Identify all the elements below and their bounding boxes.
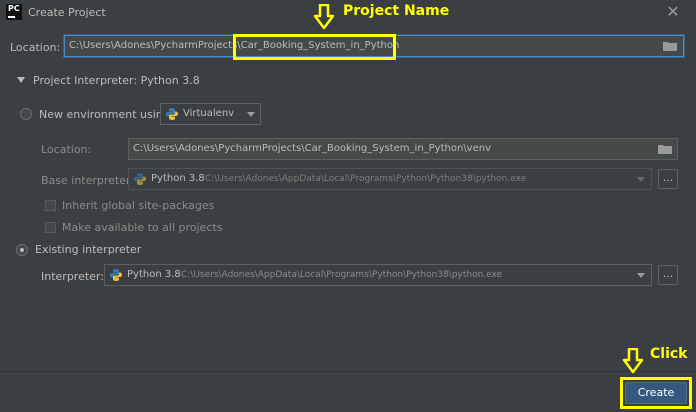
- create-button[interactable]: Create: [625, 382, 687, 404]
- expand-chevron-icon[interactable]: [17, 77, 25, 83]
- python-icon: [166, 108, 178, 120]
- interpreter-select[interactable]: Python 3.8 C:\Users\Adones\AppData\Local…: [104, 264, 652, 286]
- base-interpreter-browse-button[interactable]: ...: [658, 169, 678, 189]
- base-interpreter-path: C:\Users\Adones\AppData\Local\Programs\P…: [205, 174, 527, 184]
- folder-icon[interactable]: [663, 41, 677, 51]
- existing-interpreter-label[interactable]: Existing interpreter: [35, 243, 141, 256]
- inherit-packages-checkbox[interactable]: [45, 200, 56, 211]
- interpreter-browse-button[interactable]: ...: [658, 265, 678, 285]
- existing-interpreter-radio[interactable]: [16, 244, 28, 256]
- chevron-down-icon: [637, 177, 645, 182]
- location-prefix-text: C:\Users\Adones\PycharmProjects\: [69, 40, 241, 51]
- interpreter-path: C:\Users\Adones\AppData\Local\Programs\P…: [181, 270, 503, 280]
- inherit-packages-label[interactable]: Inherit global site-packages: [62, 199, 214, 212]
- app-icon-label: PC: [8, 4, 20, 13]
- python-icon: [110, 269, 122, 281]
- interpreter-version: Python 3.8: [127, 269, 181, 280]
- base-interpreter-label: Base interpreter:: [41, 174, 135, 187]
- make-available-label[interactable]: Make available to all projects: [62, 221, 222, 234]
- chevron-down-icon: [637, 273, 645, 278]
- venv-location-input[interactable]: C:\Users\Adones\PycharmProjects\Car_Book…: [128, 138, 678, 160]
- environment-tool-value: Virtualenv: [183, 108, 235, 119]
- arrow-down-icon: [313, 4, 335, 30]
- folder-icon[interactable]: [658, 144, 672, 154]
- interpreter-label: Interpreter:: [41, 270, 104, 283]
- venv-location-label: Location:: [41, 143, 92, 156]
- base-interpreter-select[interactable]: Python 3.8 C:\Users\Adones\AppData\Local…: [128, 168, 652, 190]
- environment-tool-select[interactable]: Virtualenv: [160, 103, 261, 125]
- location-label: Location:: [10, 41, 61, 54]
- chevron-down-icon: [247, 112, 255, 117]
- make-available-checkbox[interactable]: [45, 222, 56, 233]
- pycharm-logo-icon: PC: [6, 4, 22, 20]
- python-icon: [134, 173, 146, 185]
- project-name-highlight: [233, 34, 396, 60]
- arrow-down-icon: [622, 348, 644, 374]
- venv-location-value: C:\Users\Adones\PycharmProjects\Car_Book…: [133, 143, 492, 154]
- project-name-annotation: Project Name: [343, 3, 450, 19]
- new-environment-label[interactable]: New environment using: [39, 108, 170, 121]
- close-icon[interactable]: ✕: [664, 2, 682, 21]
- base-interpreter-version: Python 3.8: [151, 173, 205, 184]
- window-title: Create Project: [28, 6, 106, 19]
- new-environment-radio[interactable]: [20, 108, 32, 120]
- interpreter-section-title[interactable]: Project Interpreter: Python 3.8: [33, 74, 200, 87]
- click-annotation: Click: [650, 346, 688, 362]
- footer-divider: [0, 371, 696, 372]
